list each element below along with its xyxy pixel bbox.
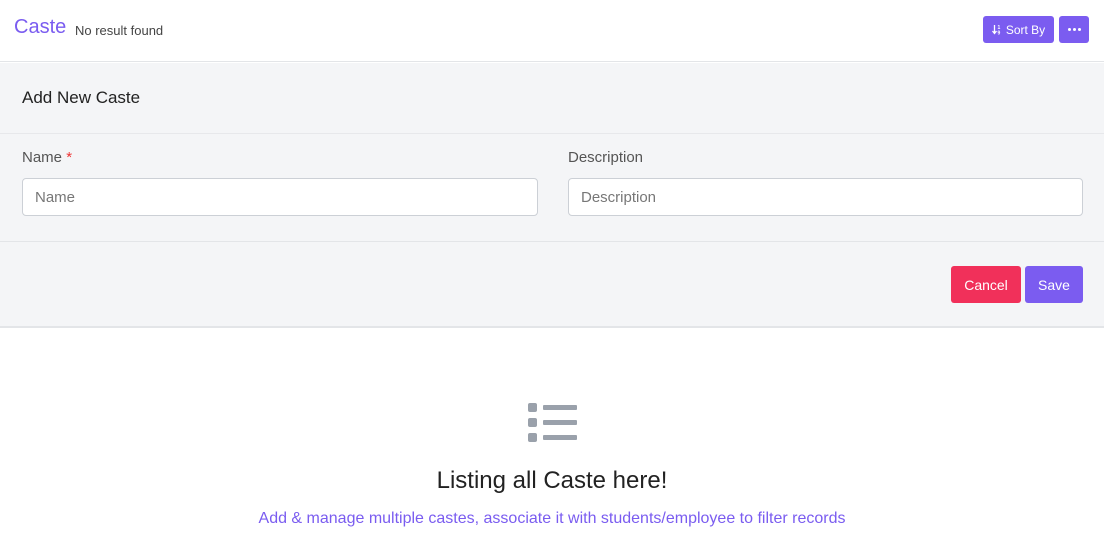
more-options-button[interactable] (1059, 16, 1089, 43)
sort-numeric-icon: 1 9 (991, 25, 1000, 36)
name-input[interactable] (22, 178, 538, 216)
sort-by-button[interactable]: 1 9 Sort By (983, 16, 1054, 43)
empty-state-title: Listing all Caste here! (436, 467, 668, 494)
divider (0, 133, 1104, 134)
name-label-text: Name (22, 149, 63, 166)
ellipsis-icon (1067, 28, 1081, 31)
save-button[interactable]: Save (1025, 266, 1083, 303)
add-caste-form: Add New Caste Name * Description Cancel … (0, 63, 1104, 328)
list-icon (528, 403, 577, 442)
svg-text:9: 9 (997, 31, 1000, 36)
name-label: Name * (22, 149, 72, 166)
description-input[interactable] (568, 178, 1083, 216)
empty-state-description: Add & manage multiple castes, associate … (258, 510, 846, 527)
page-title: Caste (14, 16, 67, 38)
sort-by-label: Sort By (1005, 22, 1046, 37)
description-label: Description (568, 149, 644, 166)
page-header: Caste No result found 1 9 Sort By (0, 0, 1104, 62)
required-mark: * (66, 149, 73, 166)
cancel-button[interactable]: Cancel (951, 266, 1021, 303)
form-title: Add New Caste (22, 88, 141, 107)
divider (0, 241, 1104, 242)
result-status: No result found (75, 23, 164, 38)
